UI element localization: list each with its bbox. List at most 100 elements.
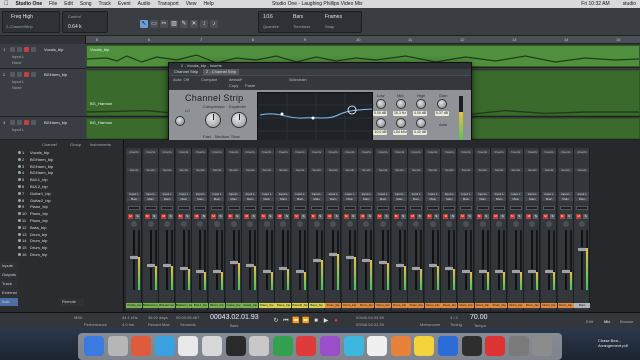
- sends-slot[interactable]: Sends: [376, 168, 390, 172]
- mute-button[interactable]: M: [144, 214, 150, 219]
- track-output[interactable]: None: [12, 85, 22, 90]
- track-name[interactable]: Vocals_bip: [44, 47, 63, 52]
- record-arm-button[interactable]: [512, 221, 519, 227]
- mute-button[interactable]: M: [476, 214, 482, 219]
- input-selector[interactable]: Input L: [442, 192, 457, 196]
- record-arm-button[interactable]: [413, 221, 420, 227]
- sends-slot[interactable]: Sends: [392, 168, 407, 172]
- sends-slot[interactable]: Sends: [542, 168, 556, 172]
- mute-button[interactable]: M: [277, 214, 283, 219]
- monitor-button[interactable]: [31, 47, 36, 52]
- sends-slot[interactable]: Sends: [127, 168, 141, 172]
- mute-button[interactable]: [10, 72, 15, 77]
- solo-button[interactable]: S: [350, 214, 356, 219]
- seconds-display[interactable]: 00:00:35.067: [176, 315, 199, 320]
- inserts-slot[interactable]: Inserts: [376, 150, 390, 154]
- inserts-slot[interactable]: Inserts: [342, 150, 357, 154]
- solo-button[interactable]: S: [533, 214, 539, 219]
- mute-button[interactable]: M: [493, 214, 499, 219]
- channel-list-row[interactable]: 4 BGHarm_bip: [18, 170, 124, 176]
- sends-slot[interactable]: Sends: [558, 168, 573, 172]
- sidebar-inputs[interactable]: Inputs: [0, 262, 18, 270]
- slow-button[interactable]: Slow: [231, 134, 240, 139]
- inserts-slot[interactable]: Inserts: [425, 150, 440, 154]
- low-freq-knob[interactable]: [376, 118, 386, 128]
- dock-app-icon[interactable]: [508, 336, 529, 356]
- paste-button[interactable]: Paste: [245, 83, 255, 88]
- pan-control[interactable]: [227, 206, 240, 210]
- sends-slot[interactable]: Sends: [459, 168, 473, 172]
- loop-start[interactable]: 00040.04.03.59: [356, 315, 384, 320]
- compressor-knob[interactable]: [205, 112, 221, 128]
- performance-label[interactable]: Performance: [84, 322, 107, 327]
- inserts-slot[interactable]: Inserts: [259, 150, 274, 154]
- snap-value[interactable]: Frames: [325, 14, 342, 20]
- solo-button[interactable]: S: [284, 214, 290, 219]
- input-selector[interactable]: Input L: [259, 192, 274, 196]
- mixer-channel-strip[interactable]: Inserts Sends Input L Main M S Drum_bip: [424, 148, 441, 310]
- output-gain-knob[interactable]: [437, 99, 447, 109]
- pan-control[interactable]: [559, 206, 572, 210]
- pan-control[interactable]: [460, 206, 472, 210]
- channel-name-label[interactable]: Drum_bip: [358, 303, 375, 308]
- solo-button[interactable]: [17, 72, 22, 77]
- solo-button[interactable]: S: [184, 214, 190, 219]
- solo-button[interactable]: S: [417, 214, 423, 219]
- sends-slot[interactable]: Sends: [442, 168, 457, 172]
- medium-button[interactable]: Medium: [215, 134, 229, 139]
- record-arm-button[interactable]: [463, 221, 469, 227]
- input-selector[interactable]: Input L: [193, 192, 208, 196]
- mixer-channel-strip[interactable]: Inserts Sends Input L Main M S Drum_bip: [474, 148, 491, 310]
- dock-app-icon[interactable]: [532, 336, 553, 356]
- input-selector[interactable]: Input L: [376, 192, 390, 196]
- channel-visibility-dot[interactable]: [18, 178, 21, 182]
- channel-list-row[interactable]: 9 Piano_bip: [18, 204, 124, 210]
- channel-name-label[interactable]: Drum_bip: [541, 303, 557, 308]
- mute-button[interactable]: M: [460, 214, 465, 219]
- desktop-file-label[interactable]: Chase Bea... Arrangement.pdf: [598, 338, 638, 348]
- channel-visibility-dot[interactable]: [18, 171, 21, 175]
- bars-display[interactable]: 00043.02.01.93: [210, 314, 259, 321]
- output-selector[interactable]: Main: [276, 197, 291, 201]
- menu-studio-one[interactable]: Studio One: [16, 1, 43, 7]
- record-arm-button[interactable]: [263, 221, 270, 227]
- record-arm-button[interactable]: [546, 221, 552, 227]
- mute-button[interactable]: M: [343, 214, 349, 219]
- channel-list-header[interactable]: Channel: [42, 142, 57, 147]
- solo-button[interactable]: S: [201, 214, 207, 219]
- dock-app-icon[interactable]: [249, 336, 270, 356]
- channel-name-label[interactable]: Drum_bip: [474, 303, 491, 308]
- channel-name-label[interactable]: Drum_bip: [341, 303, 358, 308]
- pan-control[interactable]: [161, 206, 174, 210]
- paint-tool-icon[interactable]: ✎: [180, 20, 188, 28]
- record-arm-button[interactable]: [164, 221, 171, 227]
- channel-name-label[interactable]: Drum_bip: [557, 303, 574, 308]
- solo-button[interactable]: S: [400, 214, 406, 219]
- track-header[interactable]: 1 Vocals_bip Input L None: [0, 44, 86, 69]
- channel-visibility-dot[interactable]: [18, 164, 21, 168]
- channel-visibility-dot[interactable]: [18, 232, 21, 236]
- record-arm-button[interactable]: [131, 221, 137, 227]
- pan-control[interactable]: [576, 206, 589, 210]
- dock-app-icon[interactable]: [390, 336, 411, 356]
- pan-control[interactable]: [377, 206, 389, 210]
- sends-slot[interactable]: Sends: [259, 168, 274, 172]
- output-selector[interactable]: Main: [508, 197, 523, 201]
- mixer-channel-strip[interactable]: Inserts Sends Input L Main M S PianoR_bip: [292, 148, 308, 310]
- user-name[interactable]: studio: [623, 1, 636, 7]
- mixer-channel-strip[interactable]: Inserts Sends Input L Main M S Drum_bip: [541, 148, 557, 310]
- record-arm-button[interactable]: [346, 221, 353, 227]
- mixer-channel-strip[interactable]: Inserts Sends Input L Main M S Drum_bip: [358, 148, 375, 310]
- channel-list-row[interactable]: 8 Guitar2_bip: [18, 198, 124, 204]
- output-selector[interactable]: Main: [243, 197, 258, 201]
- quantize-snap-block[interactable]: 1/16 Quantize Bars Timebase Frames Snap: [258, 11, 362, 33]
- channel-list-row[interactable]: 1 Vocals_bip: [18, 150, 124, 156]
- solo-button[interactable]: S: [317, 214, 323, 219]
- solo-button[interactable]: S: [168, 214, 174, 219]
- fast-button[interactable]: Fast: [203, 134, 211, 139]
- pan-control[interactable]: [426, 206, 439, 210]
- menu-transport[interactable]: Transport: [157, 1, 178, 7]
- pan-control[interactable]: [244, 206, 257, 210]
- mute-button[interactable]: M: [377, 214, 382, 219]
- mixer-channel-strip[interactable]: Inserts Sends Input LMain MS BGHarmon_bip: [142, 148, 159, 310]
